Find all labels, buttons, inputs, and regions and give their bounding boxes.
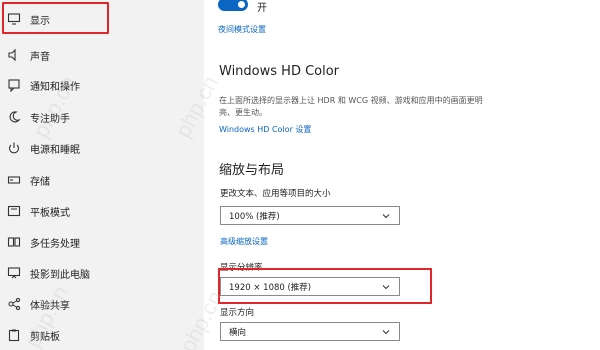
scale-value: 100% (推荐) (229, 211, 280, 222)
sidebar-item-multitasking[interactable]: 多任务处理 (0, 227, 204, 257)
hd-color-settings-link[interactable]: Windows HD Color 设置 (219, 124, 311, 135)
sidebar-item-label: 平板模式 (30, 207, 70, 219)
chevron-down-icon (382, 330, 390, 335)
sidebar-item-label: 投影到此电脑 (30, 269, 90, 281)
sidebar-item-storage[interactable]: 存储 (0, 165, 204, 195)
orientation-label: 显示方向 (220, 308, 255, 318)
advanced-scaling-link[interactable]: 高级缩放设置 (220, 236, 268, 247)
scale-layout-title: 缩放与布局 (219, 163, 285, 178)
scale-dropdown[interactable]: 100% (推荐) (220, 206, 400, 225)
sidebar-item-display[interactable]: 显示 (0, 4, 204, 34)
sidebar-item-label: 多任务处理 (30, 238, 80, 250)
toggle-state-label: 开 (257, 3, 267, 14)
share-icon (7, 297, 21, 311)
night-light-toggle[interactable] (218, 0, 248, 11)
sidebar-item-sound[interactable]: 声音 (0, 40, 204, 70)
hd-color-title: Windows HD Color (219, 64, 340, 79)
storage-icon (7, 173, 21, 187)
sidebar-item-shared-experiences[interactable]: 体验共享 (0, 289, 204, 319)
multitask-icon (7, 235, 21, 249)
speaker-icon (7, 48, 21, 62)
power-icon (7, 141, 21, 155)
sidebar-item-label: 电源和睡眠 (30, 144, 80, 156)
sidebar-item-label: 存储 (30, 176, 50, 188)
orientation-dropdown[interactable]: 横向 (220, 322, 400, 341)
sidebar-item-label: 声音 (30, 51, 50, 63)
tablet-icon (7, 204, 21, 218)
moon-icon (7, 110, 21, 124)
chevron-down-icon (382, 214, 390, 219)
settings-sidebar: 显示 声音 通知和操作 专注助手 电源和睡眠 存储 平板模式 多任务处理 投影到… (0, 0, 204, 350)
orientation-value: 横向 (229, 327, 247, 338)
resolution-highlight-box (218, 268, 432, 304)
sidebar-item-notifications[interactable]: 通知和操作 (0, 70, 204, 100)
scale-label: 更改文本、应用等项目的大小 (220, 189, 331, 199)
project-icon (7, 266, 21, 280)
sidebar-item-power-sleep[interactable]: 电源和睡眠 (0, 133, 204, 163)
night-light-settings-link[interactable]: 夜间模式设置 (218, 24, 266, 35)
monitor-icon (7, 12, 21, 26)
sidebar-item-project-to-pc[interactable]: 投影到此电脑 (0, 258, 204, 288)
notification-icon (7, 78, 21, 92)
hd-color-description: 在上面所选择的显示器上让 HDR 和 WCG 视频、游戏和应用中的画面更明亮、更… (219, 96, 483, 117)
sidebar-item-tablet-mode[interactable]: 平板模式 (0, 196, 204, 226)
sidebar-item-label: 显示 (30, 15, 50, 27)
